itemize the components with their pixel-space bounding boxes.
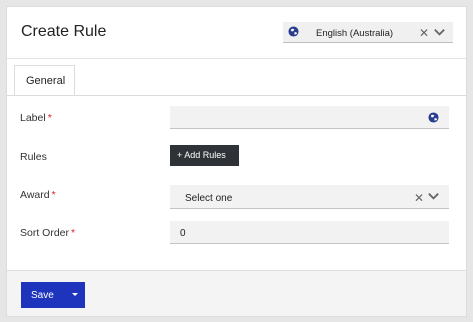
sort-order-field-label: Sort Order * xyxy=(20,227,75,239)
chevron-down-icon[interactable] xyxy=(427,190,440,203)
language-value: English (Australia) xyxy=(316,28,394,39)
add-rules-button[interactable]: + Add Rules xyxy=(170,145,239,166)
close-icon[interactable]: ✕ xyxy=(414,192,424,204)
add-rules-label: + Add Rules xyxy=(177,150,226,160)
panel-footer: Save xyxy=(7,270,466,316)
rules-field-label: Rules xyxy=(20,151,47,163)
page-title: Create Rule xyxy=(21,23,107,40)
globe-icon xyxy=(288,26,299,37)
award-field-label: Award * xyxy=(20,189,56,201)
tab-divider xyxy=(7,95,466,96)
award-select[interactable]: Select one ✕ xyxy=(170,185,449,209)
label-input[interactable] xyxy=(170,106,449,129)
caret-down-icon[interactable] xyxy=(72,293,78,296)
chevron-down-icon[interactable] xyxy=(433,26,446,39)
save-button[interactable]: Save xyxy=(21,282,85,308)
globe-icon[interactable] xyxy=(428,112,439,123)
label-field-label: Label * xyxy=(20,112,52,124)
create-rule-panel: Create Rule English (Australia) ✕ Genera… xyxy=(6,6,467,317)
panel-header: Create Rule English (Australia) ✕ xyxy=(7,7,466,59)
sort-order-field-text: Sort Order xyxy=(20,227,70,239)
save-button-label: Save xyxy=(31,290,54,301)
label-field-text: Label xyxy=(20,112,46,124)
required-marker: * xyxy=(47,112,52,124)
award-select-value: Select one xyxy=(185,193,233,204)
required-marker: * xyxy=(71,227,76,239)
close-icon[interactable]: ✕ xyxy=(419,27,429,39)
sort-order-input[interactable]: 0 xyxy=(170,221,449,244)
tab-general[interactable]: General xyxy=(14,65,75,95)
required-marker: * xyxy=(51,189,56,201)
rules-field-text: Rules xyxy=(20,151,47,163)
sort-order-value: 0 xyxy=(180,228,186,239)
tab-general-label: General xyxy=(26,75,66,87)
language-select[interactable]: English (Australia) ✕ xyxy=(283,22,453,43)
award-field-text: Award xyxy=(20,189,50,201)
